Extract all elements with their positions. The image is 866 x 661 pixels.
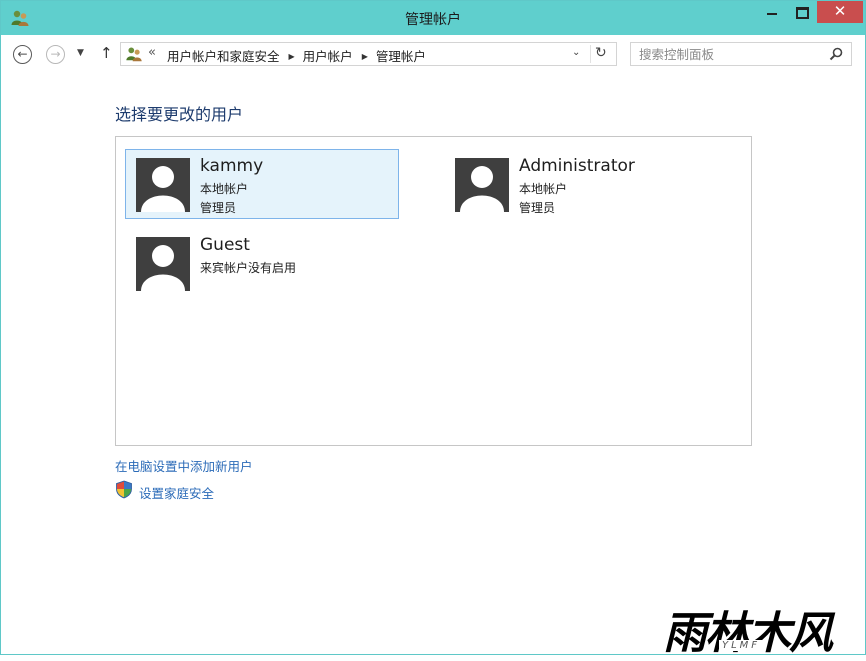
user-avatar-icon (455, 158, 509, 212)
close-button[interactable]: ✕ (817, 1, 863, 23)
breadcrumb-item[interactable]: 用户帐户 (303, 49, 353, 64)
forward-arrow-icon: → (50, 47, 61, 61)
breadcrumb-separator-icon[interactable]: ▶ (289, 52, 295, 61)
address-dropdown-icon[interactable]: ⌄ (572, 47, 580, 58)
watermark-sub-text: YLMF (719, 640, 764, 651)
up-button[interactable]: ↑ (100, 44, 113, 62)
user-accounts-icon (126, 47, 142, 62)
refresh-icon[interactable]: ↻ (595, 45, 607, 61)
user-account-type: 本地帐户 (200, 182, 249, 196)
search-box[interactable] (630, 42, 852, 66)
minimize-button[interactable] (758, 1, 786, 23)
user-list: kammy 本地帐户 管理员 Administrator 本地帐户 管理员 Gu… (115, 136, 752, 446)
window-title: 管理帐户 (405, 12, 461, 28)
chevron-down-icon: ▼ (77, 48, 84, 58)
user-name: Administrator (519, 156, 635, 176)
breadcrumb: 用户帐户和家庭安全 ▶ 用户帐户 ▶ 管理帐户 (167, 46, 426, 65)
close-icon: ✕ (833, 2, 847, 20)
navigation-bar: ← → ▼ ↑ « 用户帐户和家庭安全 ▶ 用户帐户 ▶ 管理帐户 ⌄ ↻ (1, 35, 865, 75)
user-tile-kammy[interactable]: kammy 本地帐户 管理员 (125, 149, 399, 219)
up-arrow-icon: ↑ (100, 44, 113, 62)
window: 管理帐户 ✕ ← → ▼ ↑ « 用户帐户和家庭安全 ▶ 用户帐户 ▶ 管理帐户 ⌄ ↻ (0, 0, 866, 659)
back-button[interactable]: ← (13, 45, 32, 64)
maximize-icon (796, 7, 809, 19)
search-input[interactable] (639, 46, 819, 62)
search-icon[interactable] (828, 46, 844, 62)
forward-button[interactable]: → (46, 45, 65, 64)
user-name: kammy (200, 156, 264, 176)
watermark-logo-text: 雨林木风 (663, 608, 833, 659)
user-avatar-icon (136, 158, 190, 212)
user-role: 管理员 (200, 201, 237, 215)
user-tile-guest[interactable]: Guest 来宾帐户没有启用 (125, 228, 399, 298)
address-divider (590, 45, 591, 63)
recent-locations-button[interactable]: ▼ (77, 48, 84, 58)
title-bar[interactable]: 管理帐户 ✕ (1, 1, 865, 35)
breadcrumb-item-current[interactable]: 管理帐户 (376, 49, 426, 64)
family-safety-link[interactable]: 设置家庭安全 (139, 483, 214, 502)
breadcrumb-item[interactable]: 用户帐户和家庭安全 (167, 49, 280, 64)
add-user-link[interactable]: 在电脑设置中添加新用户 (115, 456, 253, 475)
shield-icon (116, 480, 132, 499)
user-account-status: 来宾帐户没有启用 (200, 261, 297, 275)
user-tile-administrator[interactable]: Administrator 本地帐户 管理员 (444, 149, 718, 219)
maximize-button[interactable] (786, 1, 816, 23)
watermark-logo: 雨林木风 YLMF (653, 597, 866, 659)
user-name: Guest (200, 235, 250, 255)
user-avatar-icon (136, 237, 190, 291)
back-arrow-icon: ← (17, 47, 28, 61)
user-account-type: 本地帐户 (519, 182, 568, 196)
page-heading: 选择要更改的用户 (115, 105, 244, 124)
user-role: 管理员 (519, 201, 556, 215)
breadcrumb-overflow-button[interactable]: « (148, 45, 156, 60)
minimize-icon (767, 13, 777, 15)
address-bar[interactable]: « 用户帐户和家庭安全 ▶ 用户帐户 ▶ 管理帐户 ⌄ ↻ (120, 42, 617, 66)
breadcrumb-separator-icon[interactable]: ▶ (362, 52, 368, 61)
